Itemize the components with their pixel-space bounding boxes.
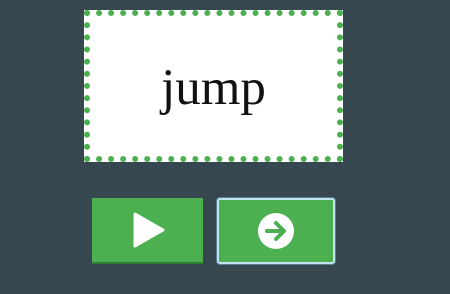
flashcard-stage: jump [0,0,450,294]
play-audio-button[interactable] [92,198,203,264]
play-icon [133,212,164,248]
next-button[interactable] [217,198,335,264]
arrow-right-circle-icon [258,213,294,249]
word-card: jump [84,10,343,162]
word-text: jump [161,59,266,116]
